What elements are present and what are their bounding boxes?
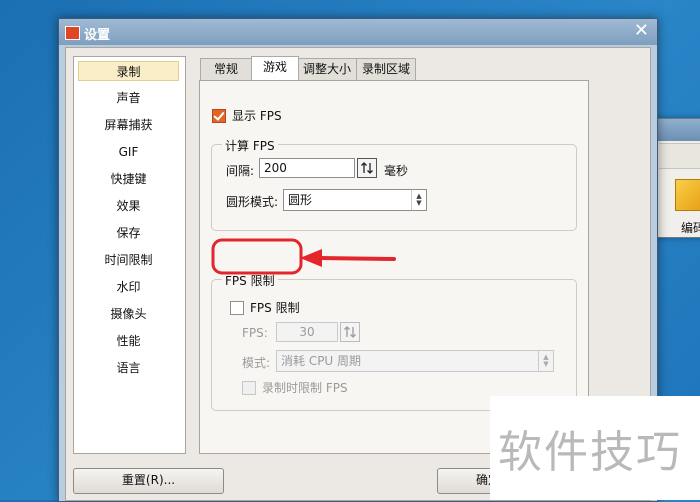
sidebar-item-screen-capture[interactable]: 屏幕捕获 <box>78 115 179 135</box>
fps-limit-group: FPS 限制 FPS 限制 FPS: 30 模式: 消耗 CPU 周期 ▲▼ <box>211 272 577 411</box>
tab-record-area[interactable]: 录制区域 <box>356 58 416 80</box>
app-icon <box>65 26 80 40</box>
circle-mode-value: 圆形 <box>288 193 313 207</box>
watermark-box: 软件技巧 <box>490 396 700 500</box>
reset-button[interactable]: 重置(R)... <box>73 468 224 494</box>
show-fps-checkbox[interactable] <box>212 108 226 123</box>
sidebar-item-save[interactable]: 保存 <box>78 223 179 243</box>
sidebar-item-language[interactable]: 语言 <box>78 358 179 378</box>
interval-stepper[interactable] <box>357 158 377 178</box>
limit-mode-value: 消耗 CPU 周期 <box>281 354 362 368</box>
fps-limit-title: FPS 限制 <box>222 272 278 289</box>
encode-label: 编码 <box>681 221 700 235</box>
fps-value-input[interactable]: 30 <box>276 322 338 342</box>
show-fps-row: 显示 FPS <box>212 107 282 124</box>
interval-label: 间隔: <box>226 164 255 178</box>
calc-fps-title: 计算 FPS <box>222 137 278 154</box>
fps-limit-row: FPS 限制 <box>230 299 300 316</box>
calc-fps-group: 计算 FPS 间隔: 200 毫秒 圆形模式: 圆形 ▲ ▼ <box>211 137 577 231</box>
circle-mode-label: 圆形模式: <box>226 195 279 209</box>
sidebar-item-watermark[interactable]: 水印 <box>78 277 179 297</box>
sidebar-item-audio[interactable]: 声音 <box>78 88 179 108</box>
stepper-arrows-icon <box>361 162 373 174</box>
fps-limit-checkbox[interactable] <box>230 300 244 315</box>
tab-game[interactable]: 游戏 <box>251 56 299 80</box>
encode-icon[interactable] <box>675 179 700 211</box>
fps-limit-label: FPS 限制 <box>250 301 300 315</box>
interval-unit: 毫秒 <box>384 164 409 178</box>
sidebar-item-hotkeys[interactable]: 快捷键 <box>78 169 179 189</box>
limit-mode-select[interactable]: 消耗 CPU 周期 ▲ ▼ <box>276 350 554 372</box>
close-button[interactable]: ✕ <box>634 21 649 41</box>
record-limit-row: 录制时限制 FPS <box>242 379 348 396</box>
tab-resize[interactable]: 调整大小 <box>297 58 357 80</box>
sidebar-item-record[interactable]: 录制 <box>78 61 179 81</box>
limit-mode-label: 模式: <box>242 356 271 370</box>
sidebar-item-gif[interactable]: GIF <box>78 142 179 162</box>
interval-input[interactable]: 200 <box>259 158 355 178</box>
sidebar-item-camera[interactable]: 摄像头 <box>78 304 179 324</box>
sidebar-item-time-limit[interactable]: 时间限制 <box>78 250 179 270</box>
fps-value-stepper[interactable] <box>340 322 360 342</box>
fps-value-label: FPS: <box>242 326 268 340</box>
background-window-toolbar <box>659 143 700 169</box>
record-limit-checkbox[interactable] <box>242 380 256 395</box>
sidebar-item-effects[interactable]: 效果 <box>78 196 179 216</box>
dialog-titlebar[interactable]: 设置 ✕ <box>59 19 657 45</box>
circle-mode-select[interactable]: 圆形 ▲ ▼ <box>283 189 427 211</box>
sidebar-item-performance[interactable]: 性能 <box>78 331 179 351</box>
show-fps-label: 显示 FPS <box>232 109 282 123</box>
settings-sidebar: 录制 声音 屏幕捕获 GIF 快捷键 效果 保存 时间限制 水印 摄像头 性能 … <box>73 56 186 454</box>
dialog-title: 设置 <box>84 28 111 43</box>
watermark-text: 软件技巧 <box>498 427 682 478</box>
stepper-arrows-icon <box>344 326 356 338</box>
tab-general[interactable]: 常规 <box>200 58 252 80</box>
chevron-updown-icon: ▲ ▼ <box>411 190 426 210</box>
record-limit-label: 录制时限制 FPS <box>262 381 348 395</box>
chevron-updown-icon: ▲ ▼ <box>538 351 553 371</box>
